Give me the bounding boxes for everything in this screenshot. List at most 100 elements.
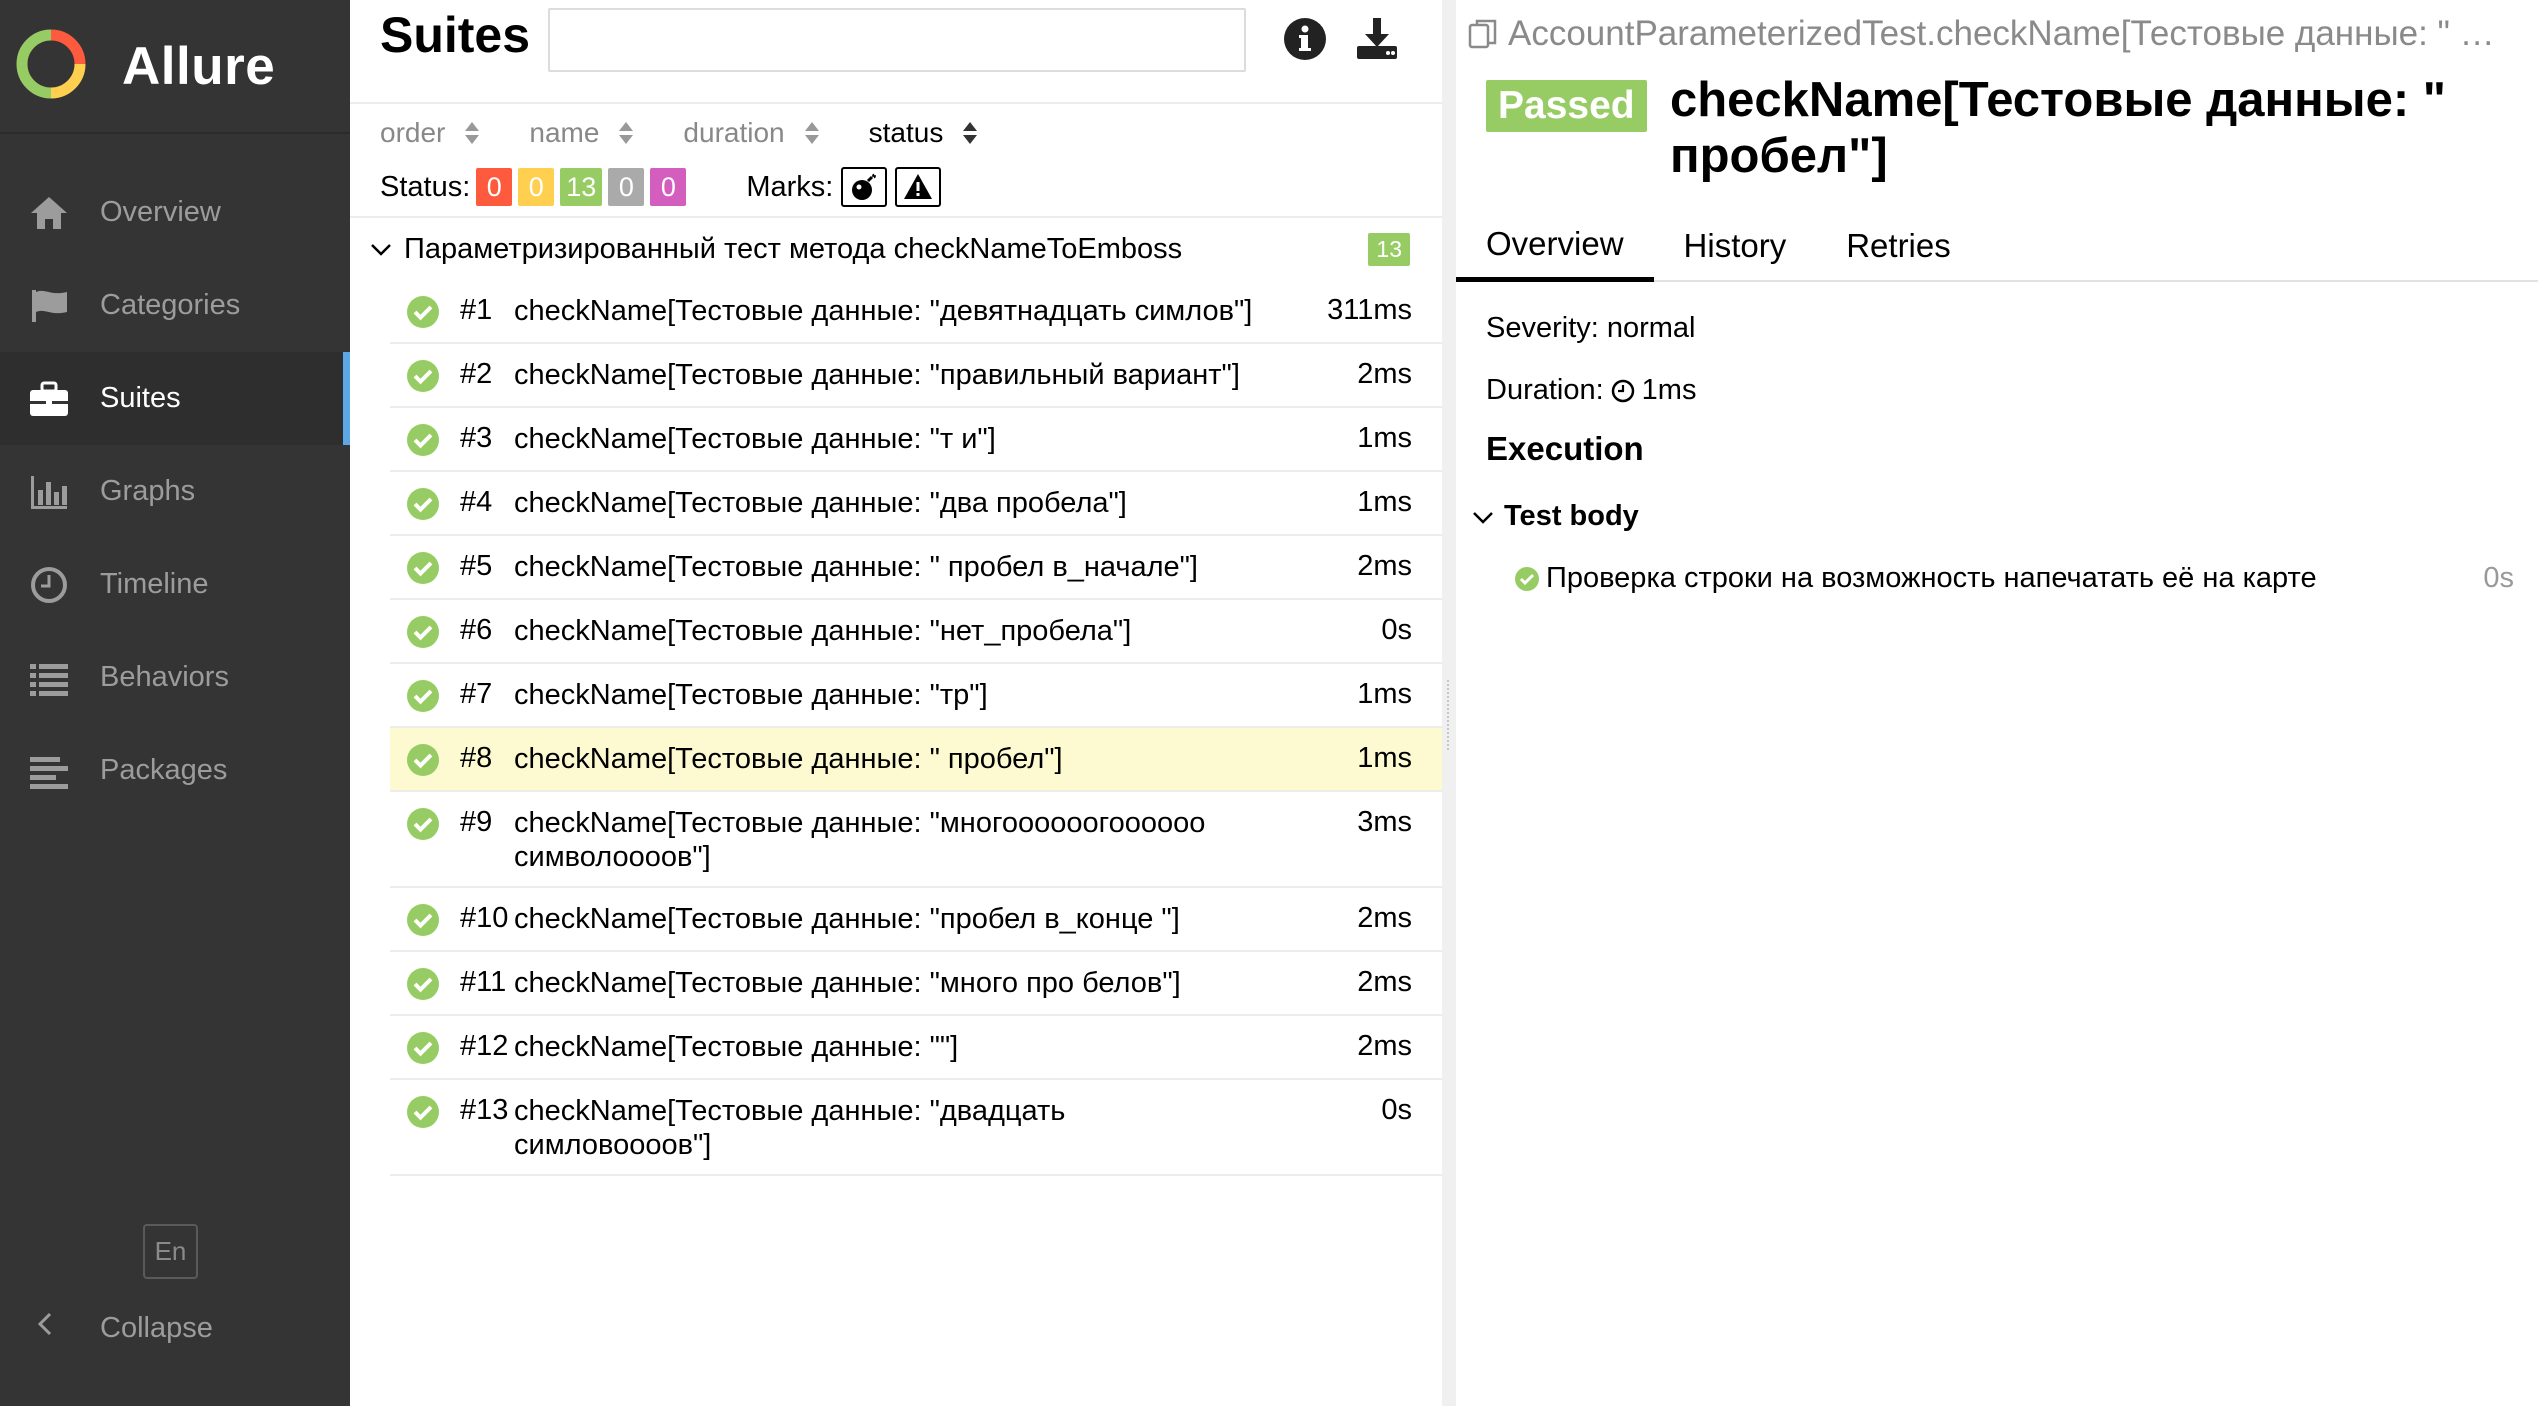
test-number: #8	[460, 742, 493, 774]
sort-order[interactable]: order	[380, 117, 481, 149]
sidebar-nav: Overview Categories Suites Graphs Timeli…	[0, 166, 350, 817]
sidebar-item-packages[interactable]: Packages	[0, 724, 350, 817]
test-result-pane: AccountParameterizedTest.checkName[Тесто…	[1456, 0, 2538, 1406]
test-row[interactable]: #2 checkName[Тестовые данные: "правильный…	[390, 344, 1442, 408]
test-name: checkName[Тестовые данные: "двадцать сим…	[514, 1095, 1066, 1161]
test-number: #12	[460, 1030, 509, 1062]
test-name: checkName[Тестовые данные: "т и"]	[514, 423, 996, 455]
test-row[interactable]: #10 checkName[Тестовые данные: "пробел в_…	[390, 888, 1442, 952]
tab-history[interactable]: History	[1654, 210, 1817, 282]
sort-duration[interactable]: duration	[683, 117, 820, 149]
severity-value: normal	[1606, 312, 1696, 344]
align-left-icon	[25, 747, 73, 795]
test-row[interactable]: #5 checkName[Тестовые данные: " пробел в_…	[390, 536, 1442, 600]
execution-heading: Execution	[1486, 430, 1644, 467]
sidebar-item-label: Behaviors	[100, 661, 229, 693]
sort-label: name	[529, 117, 600, 148]
suites-header: Suites	[350, 0, 1442, 104]
sidebar: Allure Overview Categories Suites Graphs	[0, 0, 350, 1406]
chevron-left-icon	[0, 1311, 59, 1345]
passed-status-icon	[407, 424, 439, 456]
passed-status-icon	[407, 808, 439, 840]
test-number: #3	[460, 422, 493, 454]
test-number: #4	[460, 486, 493, 518]
test-body-label: Test body	[1504, 500, 1639, 532]
step-name: Проверка строки на возможность напечатат…	[1546, 562, 2317, 594]
sort-status[interactable]: status	[869, 117, 980, 149]
collapse-button[interactable]: Collapse	[0, 1290, 350, 1366]
test-duration: 1ms	[1357, 422, 1412, 454]
passed-status-icon	[407, 744, 439, 776]
passed-status-icon	[407, 488, 439, 520]
test-name: checkName[Тестовые данные: "нет_пробела"…	[514, 615, 1132, 647]
breadcrumb[interactable]: AccountParameterizedTest.checkName[Тесто…	[1466, 14, 2536, 54]
flaky-mark-button[interactable]	[841, 167, 888, 207]
sidebar-item-overview[interactable]: Overview	[0, 166, 350, 259]
suite-group-header[interactable]: Параметризированный тест метода checkNam…	[350, 216, 1442, 280]
unknown-count-badge[interactable]: 0	[650, 168, 687, 206]
sidebar-item-label: Suites	[100, 382, 181, 414]
passed-status-icon	[407, 904, 439, 936]
sidebar-item-label: Categories	[100, 289, 241, 321]
sort-icon	[465, 122, 480, 144]
passed-status-icon	[407, 680, 439, 712]
skipped-count-badge[interactable]: 0	[608, 168, 645, 206]
breadcrumb-text: AccountParameterizedTest.checkName[Тесто…	[1508, 14, 2495, 53]
language-button[interactable]: En	[143, 1224, 198, 1279]
passed-status-icon	[407, 968, 439, 1000]
passed-status-icon	[407, 360, 439, 392]
status-filter: Status: 0 0 13 0 0 Marks:	[380, 162, 942, 212]
test-row[interactable]: #9 checkName[Тестовые данные: "многоооооо…	[390, 792, 1442, 888]
step-row[interactable]: Проверка строки на возможность напечатат…	[1514, 562, 2514, 595]
test-name: checkName[Тестовые данные: "девятнадцать…	[514, 295, 1253, 327]
test-duration: 0s	[1381, 614, 1412, 646]
sort-icon	[963, 122, 978, 144]
test-name: checkName[Тестовые данные: ""]	[514, 1031, 959, 1063]
test-row[interactable]: #1 checkName[Тестовые данные: "девятнадца…	[390, 280, 1442, 344]
result-tabs: Overview History Retries	[1456, 210, 2538, 282]
passed-status-icon	[407, 1096, 439, 1128]
status-badge: Passed	[1486, 80, 1647, 132]
test-name: checkName[Тестовые данные: "много про бе…	[514, 967, 1181, 999]
test-row[interactable]: #4 checkName[Тестовые данные: "два пробел…	[390, 472, 1442, 536]
sidebar-item-label: Timeline	[100, 568, 209, 600]
sort-label: status	[868, 117, 944, 148]
download-button[interactable]	[1350, 14, 1404, 68]
search-input[interactable]	[548, 8, 1246, 72]
new-failed-mark-button[interactable]	[895, 167, 942, 207]
broken-count-badge[interactable]: 0	[518, 168, 555, 206]
marks-label: Marks:	[746, 170, 834, 203]
test-row[interactable]: #8 checkName[Тестовые данные: " пробел"] 1…	[390, 728, 1442, 792]
passed-status-icon	[407, 552, 439, 584]
test-name: checkName[Тестовые данные: "правильный в…	[514, 359, 1240, 391]
sidebar-item-graphs[interactable]: Graphs	[0, 445, 350, 538]
status-label: Status:	[380, 170, 471, 203]
test-name: checkName[Тестовые данные: " пробел в_на…	[514, 551, 1198, 583]
sort-name[interactable]: name	[529, 117, 635, 149]
brand[interactable]: Allure	[0, 0, 350, 134]
info-button[interactable]	[1278, 14, 1332, 68]
pane-splitter[interactable]	[1442, 0, 1456, 1406]
tab-overview[interactable]: Overview	[1456, 210, 1654, 282]
test-row[interactable]: #3 checkName[Тестовые данные: "т и"] 1ms	[390, 408, 1442, 472]
sidebar-item-categories[interactable]: Categories	[0, 259, 350, 352]
sidebar-item-behaviors[interactable]: Behaviors	[0, 631, 350, 724]
test-row[interactable]: #12 checkName[Тестовые данные: ""] 2ms	[390, 1016, 1442, 1080]
clock-icon	[1611, 379, 1634, 402]
test-body-toggle[interactable]: Test body	[1470, 500, 1639, 533]
failed-count-badge[interactable]: 0	[476, 168, 513, 206]
duration-label: Duration:	[1486, 374, 1604, 406]
test-row[interactable]: #6 checkName[Тестовые данные: "нет_пробел…	[390, 600, 1442, 664]
test-number: #11	[460, 966, 507, 998]
test-row[interactable]: #13 checkName[Тестовые данные: "двадцать …	[390, 1080, 1442, 1176]
tab-retries[interactable]: Retries	[1816, 210, 1981, 282]
chevron-down-icon	[371, 244, 391, 256]
test-row[interactable]: #11 checkName[Тестовые данные: "много про…	[390, 952, 1442, 1016]
sidebar-item-timeline[interactable]: Timeline	[0, 538, 350, 631]
test-number: #13	[460, 1094, 509, 1126]
home-icon	[25, 189, 73, 237]
test-row[interactable]: #7 checkName[Тестовые данные: "тр"] 1ms	[390, 664, 1442, 728]
passed-count-badge[interactable]: 13	[560, 168, 603, 206]
sidebar-item-suites[interactable]: Suites	[0, 352, 350, 445]
passed-status-icon	[407, 1032, 439, 1064]
